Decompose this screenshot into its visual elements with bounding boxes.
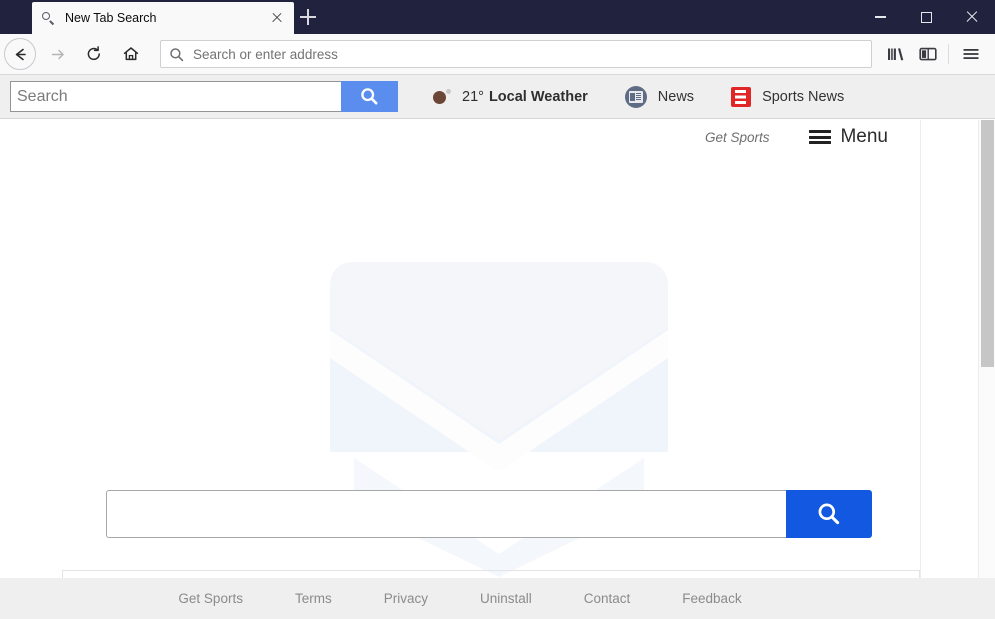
new-tab-page: Get Sports Menu Hide	[0, 120, 978, 619]
hamburger-menu-icon	[809, 129, 832, 145]
search-icon	[361, 88, 378, 105]
back-button[interactable]	[3, 37, 37, 71]
footer-link-privacy[interactable]: Privacy	[384, 591, 428, 606]
library-icon[interactable]	[880, 37, 912, 71]
page-menu-button[interactable]: Menu	[809, 126, 888, 148]
toolbar-divider	[948, 44, 949, 64]
browser-tab[interactable]: New Tab Search	[32, 2, 294, 34]
address-bar-placeholder: Search or enter address	[193, 46, 338, 62]
footer-link-terms[interactable]: Terms	[295, 591, 332, 606]
footer-link-contact[interactable]: Contact	[584, 591, 631, 606]
extension-links: 21° Local Weather News Sports News	[432, 81, 881, 113]
main-search-button[interactable]	[786, 490, 872, 538]
home-icon	[123, 47, 139, 61]
window-maximize-icon[interactable]	[903, 0, 949, 34]
address-bar[interactable]: Search or enter address	[160, 40, 872, 68]
forward-button[interactable]	[40, 37, 74, 71]
extension-search-input[interactable]	[10, 81, 341, 112]
content-right-edge	[920, 120, 921, 578]
window-controls	[857, 0, 995, 34]
sports-icon	[731, 87, 752, 107]
page-menu-label: Menu	[840, 126, 888, 147]
back-button-ring	[4, 38, 36, 70]
home-button[interactable]	[114, 37, 148, 71]
main-search-group	[106, 490, 872, 538]
reload-icon	[87, 46, 100, 61]
navigation-toolbar: Search or enter address	[0, 34, 995, 75]
window-close-icon[interactable]	[949, 0, 995, 34]
window-minimize-icon[interactable]	[857, 0, 903, 34]
page-footer: Get Sports Terms Privacy Uninstall Conta…	[0, 578, 995, 619]
scrollbar-thumb[interactable]	[981, 120, 994, 367]
weather-temperature: 21°	[462, 89, 484, 105]
ext-link-label-news: News	[657, 89, 695, 105]
footer-link-uninstall[interactable]: Uninstall	[480, 591, 532, 606]
tab-favicon-search-icon	[40, 10, 56, 26]
news-icon	[624, 86, 647, 108]
weather-icon	[432, 88, 451, 107]
tab-close-icon[interactable]	[268, 9, 286, 27]
page-top-bar: Get Sports Menu	[0, 120, 920, 154]
extension-search-button[interactable]	[341, 81, 398, 112]
search-icon	[818, 503, 840, 525]
address-bar-search-icon	[169, 47, 184, 62]
get-sports-link-top[interactable]: Get Sports	[705, 130, 770, 145]
forward-arrow-icon	[51, 49, 64, 59]
footer-link-feedback[interactable]: Feedback	[682, 591, 741, 606]
footer-link-get-sports[interactable]: Get Sports	[178, 591, 243, 606]
hamburger-menu-icon[interactable]	[955, 37, 987, 71]
sidebar-icon[interactable]	[912, 37, 944, 71]
tab-title: New Tab Search	[65, 11, 157, 25]
ext-link-label-sports-news: Sports News	[762, 89, 845, 105]
browser-window: New Tab Search Search or enter address S…	[0, 0, 995, 619]
new-tab-button[interactable]	[294, 4, 322, 30]
ext-link-sports-news[interactable]: Sports News	[731, 87, 844, 107]
tab-strip: New Tab Search	[0, 0, 995, 34]
ext-link-news[interactable]: News	[624, 86, 695, 108]
main-search-input[interactable]	[106, 490, 786, 538]
ext-link-label-local-weather: Local Weather	[488, 89, 588, 105]
reload-button[interactable]	[77, 37, 111, 71]
extension-search-group	[10, 81, 398, 112]
page-scrollbar[interactable]	[978, 120, 995, 578]
footer-link-list: Get Sports Terms Privacy Uninstall Conta…	[0, 578, 920, 619]
ext-link-local-weather[interactable]: 21° Local Weather	[432, 88, 588, 107]
